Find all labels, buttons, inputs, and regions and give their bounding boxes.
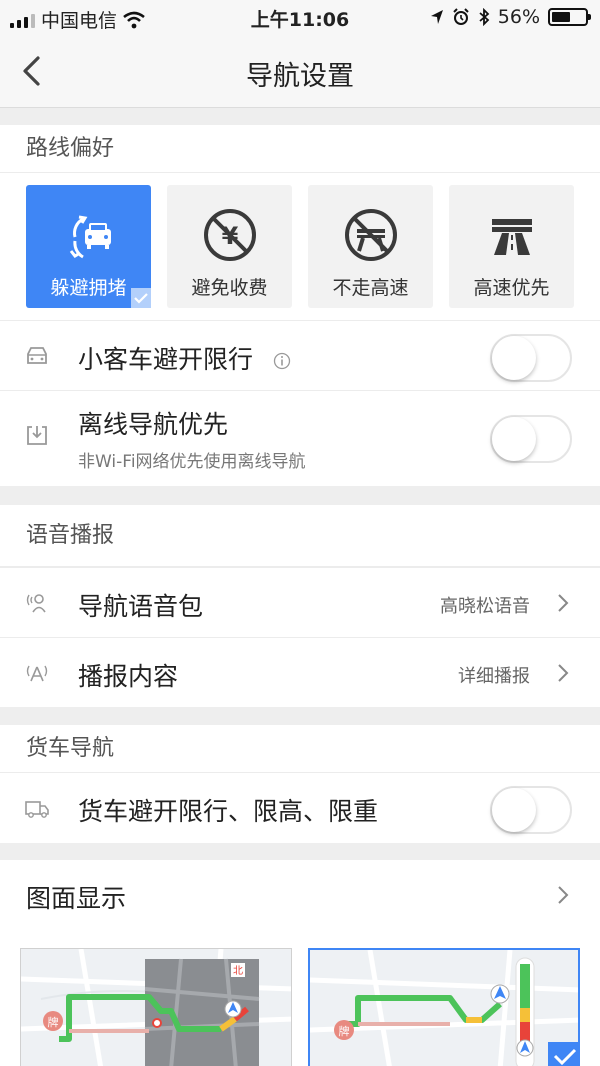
offline-nav-title: 离线导航优先 <box>78 410 229 439</box>
svg-text:¥: ¥ <box>221 222 238 250</box>
highway-icon <box>491 219 532 255</box>
car-restriction-row: 小客车避开限行 <box>0 320 600 390</box>
truck-header: 货车导航 <box>0 725 600 773</box>
truck-section: 货车导航 货车避开限行、限高、限重 <box>0 725 600 843</box>
route-card-avoid-congestion[interactable]: 躲避拥堵 <box>26 185 151 308</box>
offline-nav-toggle[interactable] <box>490 415 572 463</box>
truck-restriction-row: 货车避开限行、限高、限重 <box>0 773 600 843</box>
route-card-label: 不走高速 <box>332 277 409 299</box>
no-highway-icon <box>344 209 397 261</box>
info-icon[interactable] <box>273 352 291 370</box>
alarm-icon <box>453 8 469 25</box>
voice-pack-value: 高晓松语音 <box>440 596 530 617</box>
broadcast-content-value: 详细播报 <box>458 666 530 687</box>
poi-label: 牌 <box>48 1015 59 1029</box>
map-display-row[interactable]: 图面显示 <box>0 860 600 930</box>
map-preview-overview[interactable]: 牌 北 <box>20 948 292 1066</box>
voice-pack-row[interactable]: 导航语音包 高晓松语音 <box>0 567 600 637</box>
route-card-label: 高速优先 <box>473 277 550 299</box>
truck-restriction-title: 货车避开限行、限高、限重 <box>78 797 379 826</box>
car-restriction-toggle[interactable] <box>490 334 572 382</box>
route-card-no-highway[interactable]: 不走高速 <box>308 185 433 308</box>
route-card-label: 避免收费 <box>191 277 268 299</box>
status-right: 56% <box>430 6 591 28</box>
map-display-section: 图面显示 <box>0 860 600 930</box>
offline-nav-subtitle: 非Wi-Fi网络优先使用离线导航 <box>78 452 306 472</box>
north-label: 北 <box>233 965 243 977</box>
map-previews: 牌 北 牌 <box>0 930 600 1066</box>
bluetooth-icon <box>479 8 490 26</box>
no-toll-icon: ¥ <box>203 209 256 261</box>
broadcast-content-row[interactable]: 播报内容 详细播报 <box>0 637 600 707</box>
check-icon <box>131 288 151 308</box>
truck-restriction-toggle[interactable] <box>490 786 572 834</box>
voice-header: 语音播报 <box>0 505 600 567</box>
status-bar: 中国电信 上午11:06 56% <box>0 0 600 34</box>
poi-label: 牌 <box>339 1024 350 1038</box>
chevron-right-icon <box>558 664 569 682</box>
car-icon <box>27 347 47 364</box>
route-preference-header: 路线偏好 <box>0 125 600 173</box>
voice-pack-title: 导航语音包 <box>78 592 204 621</box>
chevron-right-icon <box>558 886 569 904</box>
toggle-knob <box>492 417 536 461</box>
toggle-knob <box>492 336 536 380</box>
car-restriction-title: 小客车避开限行 <box>78 345 254 374</box>
broadcast-icon <box>26 665 48 682</box>
battery-percent: 56% <box>497 6 540 28</box>
nav-bar: 导航设置 <box>0 34 600 108</box>
route-card-no-toll[interactable]: ¥ 避免收费 <box>167 185 292 308</box>
map-preview-detail[interactable]: 牌 <box>308 948 580 1066</box>
offline-nav-row: 离线导航优先 非Wi-Fi网络优先使用离线导航 <box>0 390 600 486</box>
map-preview-overview-drawing: 牌 北 <box>21 949 291 1066</box>
page-title: 导航设置 <box>246 61 354 92</box>
route-preference-section: 路线偏好 躲避拥堵 ¥ 避免收费 不走高速 高速优先 小客车避开限行 离线导航优… <box>0 125 600 486</box>
truck-icon <box>25 801 49 818</box>
route-card-label: 躲避拥堵 <box>50 277 127 299</box>
toggle-knob <box>492 788 536 832</box>
map-preview-detail-drawing: 牌 <box>310 950 578 1066</box>
voice-person-icon <box>26 594 46 613</box>
offline-download-icon <box>27 426 47 445</box>
car-restriction-label: 小客车避开限行 <box>78 340 291 376</box>
broadcast-content-title: 播报内容 <box>78 662 179 691</box>
route-card-highway-first[interactable]: 高速优先 <box>449 185 574 308</box>
chevron-right-icon <box>558 594 569 612</box>
voice-section: 语音播报 导航语音包 高晓松语音 播报内容 详细播报 <box>0 505 600 707</box>
battery-icon <box>548 8 591 26</box>
route-cards: 躲避拥堵 ¥ 避免收费 不走高速 高速优先 <box>0 173 600 320</box>
battery-fill <box>552 12 570 22</box>
location-arrow-icon <box>430 10 443 24</box>
avoid-congestion-icon <box>69 215 111 259</box>
map-display-title: 图面显示 <box>26 884 127 913</box>
